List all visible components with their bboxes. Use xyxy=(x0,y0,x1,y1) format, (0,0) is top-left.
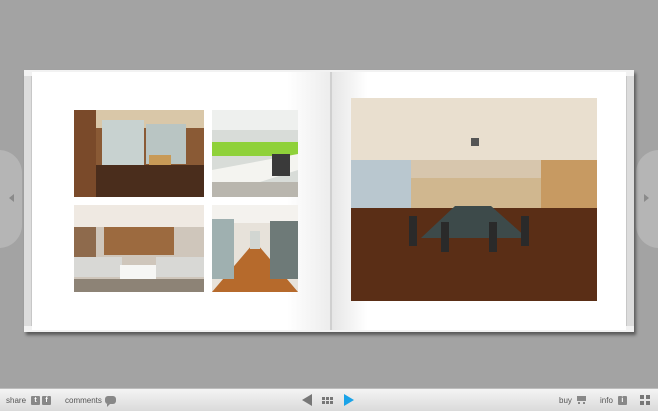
book-right-edge xyxy=(626,76,634,326)
prev-arrow-icon xyxy=(302,394,312,406)
info-button[interactable]: info i xyxy=(600,389,627,411)
photo-reception[interactable] xyxy=(74,110,204,197)
photo-corridor[interactable] xyxy=(212,205,298,292)
chevron-right-icon xyxy=(644,194,649,202)
share-group: share t f xyxy=(6,389,52,411)
next-page-arrow[interactable] xyxy=(636,150,658,248)
fullscreen-icon xyxy=(640,395,650,405)
comments-label: comments xyxy=(65,395,102,405)
share-label: share xyxy=(6,395,27,405)
chevron-left-icon xyxy=(9,194,14,202)
cart-icon xyxy=(575,396,587,404)
photo-boardroom[interactable] xyxy=(351,98,597,301)
book-spine xyxy=(330,72,332,330)
previous-page-arrow[interactable] xyxy=(0,150,22,248)
thumbnail-grid-icon xyxy=(322,396,333,404)
thumbnails-button[interactable] xyxy=(322,389,333,411)
next-button[interactable] xyxy=(344,389,354,411)
bottom-toolbar: share t f comments buy info i xyxy=(0,388,658,411)
fullscreen-button[interactable] xyxy=(640,389,650,411)
comment-bubble-icon xyxy=(104,396,116,407)
photo-lounge[interactable] xyxy=(74,205,204,292)
photo-book xyxy=(24,70,634,332)
buy-label: buy xyxy=(559,395,572,405)
next-arrow-icon xyxy=(344,394,354,406)
facebook-icon[interactable]: f xyxy=(42,395,52,405)
buy-button[interactable]: buy xyxy=(559,389,587,411)
comments-button[interactable]: comments xyxy=(65,389,116,411)
book-left-edge xyxy=(24,76,32,326)
twitter-icon[interactable]: t xyxy=(31,395,41,405)
photo-open-office[interactable] xyxy=(212,110,298,197)
info-icon: i xyxy=(617,395,627,405)
previous-button[interactable] xyxy=(302,389,312,411)
info-label: info xyxy=(600,395,613,405)
